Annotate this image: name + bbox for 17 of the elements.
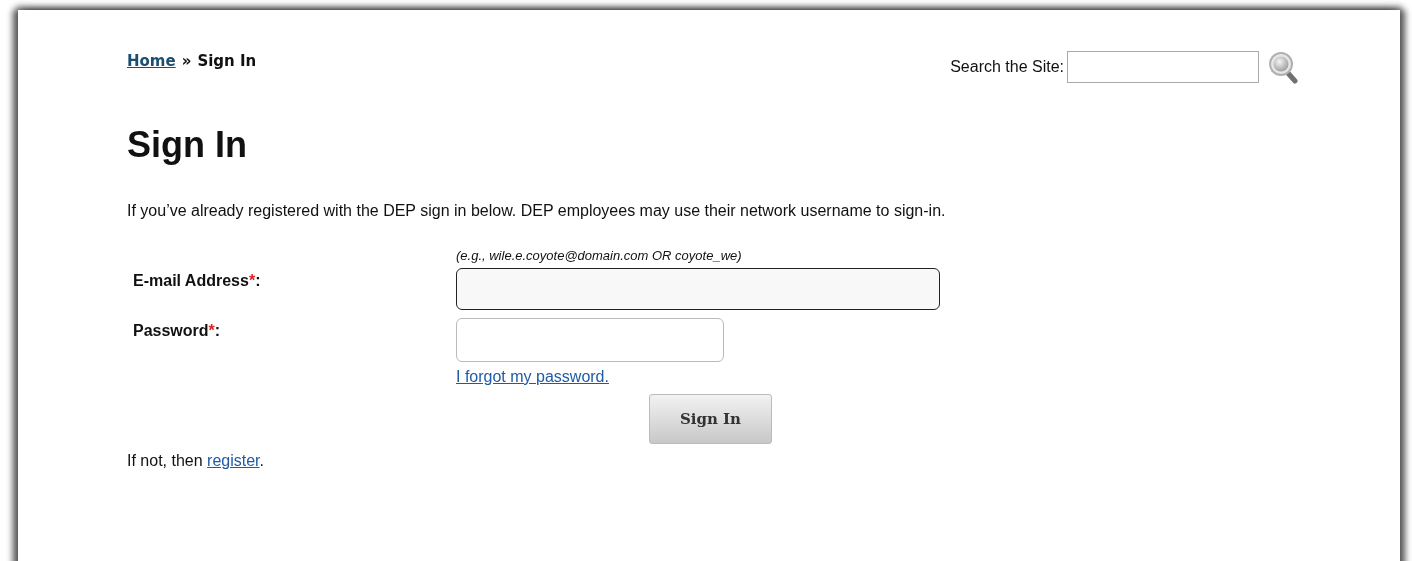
forgot-password-link[interactable]: I forgot my password. <box>456 368 609 386</box>
search-field[interactable] <box>1067 51 1259 83</box>
email-hint: (e.g., wile.e.coyote@domain.com OR coyote_we) <box>456 248 743 265</box>
register-text: If not, then register. <box>127 452 265 470</box>
breadcrumb-current: Sign In <box>197 52 257 70</box>
search-label: Search the Site: <box>950 58 1064 76</box>
search-icon[interactable] <box>1268 50 1298 84</box>
home-link[interactable]: Home <box>127 52 176 70</box>
field-label: E-mail Address*: <box>133 271 262 291</box>
breadcrumb-separator: » <box>181 52 192 70</box>
intro-text: If you’ve already registered with the DEP sign in below. DEP employees may use their network username to sign-in. <box>127 202 947 220</box>
register-link[interactable]: register <box>207 452 260 469</box>
page-heading: Sign In <box>127 124 248 166</box>
sign-in-button[interactable]: Sign In <box>649 394 772 444</box>
field-label: Password*: <box>133 321 222 341</box>
password-field[interactable] <box>456 318 724 362</box>
email-field[interactable] <box>456 268 940 310</box>
